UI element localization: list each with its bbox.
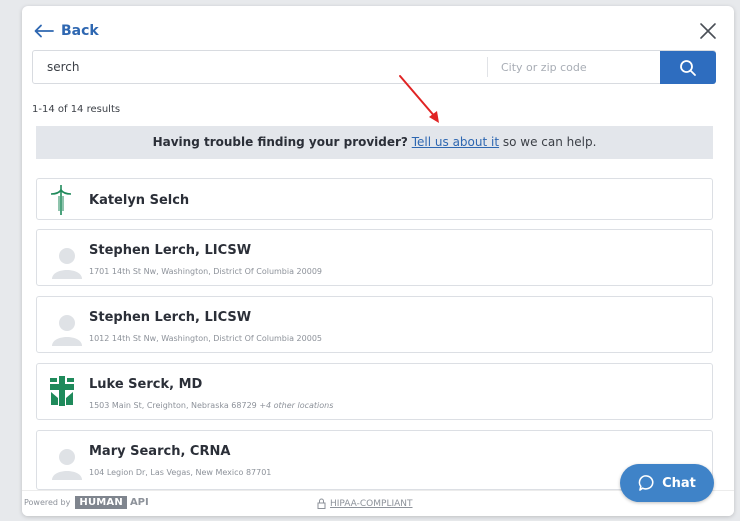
close-button[interactable] [698, 21, 718, 41]
location-input[interactable] [488, 51, 644, 83]
provider-card[interactable]: Mary Search, CRNA 104 Legion Dr, Las Veg… [36, 430, 713, 490]
provider-name: Stephen Lerch, LICSW [89, 310, 252, 325]
trouble-banner: Having trouble finding your provider? Te… [36, 126, 713, 159]
provider-search-modal: Back 1-14 of 14 results Having trouble f… [22, 6, 734, 516]
tell-us-link[interactable]: Tell us about it [412, 135, 499, 149]
powered-by-text: Powered by [24, 498, 71, 507]
search-button[interactable] [660, 51, 716, 84]
trouble-suffix: so we can help. [499, 135, 597, 149]
api-text: API [129, 497, 149, 508]
lock-icon [317, 498, 326, 509]
chat-label: Chat [662, 475, 696, 491]
powered-by: Powered by HUMAN API [24, 496, 149, 509]
other-locations-link[interactable]: +4 other locations [259, 401, 333, 410]
provider-card[interactable]: Katelyn Selch [36, 178, 713, 220]
person-placeholder-icon [52, 315, 82, 346]
results-count: 1-14 of 14 results [32, 104, 121, 115]
hipaa-compliant-link[interactable]: HIPAA-COMPLIANT [317, 498, 413, 509]
hospital-logo-icon [50, 376, 74, 406]
provider-address: 104 Legion Dr, Las Vegas, New Mexico 877… [89, 468, 272, 477]
back-button[interactable]: Back [34, 23, 99, 39]
chat-bubble-icon [638, 475, 654, 491]
provider-address: 1012 14th St Nw, Washington, District Of… [89, 334, 322, 343]
search-icon [680, 59, 696, 76]
annotation-arrow [399, 75, 439, 123]
person-placeholder-icon [52, 248, 82, 279]
back-label: Back [61, 23, 99, 39]
provider-address: 1503 Main St, Creighton, Nebraska 68729 [89, 401, 257, 410]
provider-card[interactable]: Stephen Lerch, LICSW 1012 14th St Nw, Wa… [36, 296, 713, 353]
arrow-left-icon [34, 24, 54, 38]
hipaa-label: HIPAA-COMPLIANT [330, 498, 413, 509]
provider-name: Mary Search, CRNA [89, 444, 231, 459]
chat-button[interactable]: Chat [620, 464, 714, 502]
provider-address: 1701 14th St Nw, Washington, District Of… [89, 267, 322, 276]
provider-card[interactable]: Luke Serck, MD 1503 Main St, Creighton, … [36, 363, 713, 420]
provider-name: Katelyn Selch [89, 193, 190, 208]
person-placeholder-icon [52, 449, 82, 480]
provider-name: Luke Serck, MD [89, 377, 203, 392]
provider-address-line: 1503 Main St, Creighton, Nebraska 68729 … [89, 401, 333, 410]
cross-logo-icon [50, 185, 72, 215]
provider-name: Stephen Lerch, LICSW [89, 243, 252, 258]
provider-card[interactable]: Stephen Lerch, LICSW 1701 14th St Nw, Wa… [36, 229, 713, 286]
trouble-prefix: Having trouble finding your provider? [152, 135, 408, 149]
human-api-logo: HUMAN [75, 496, 127, 509]
search-bar [32, 50, 716, 84]
close-icon [700, 23, 716, 39]
